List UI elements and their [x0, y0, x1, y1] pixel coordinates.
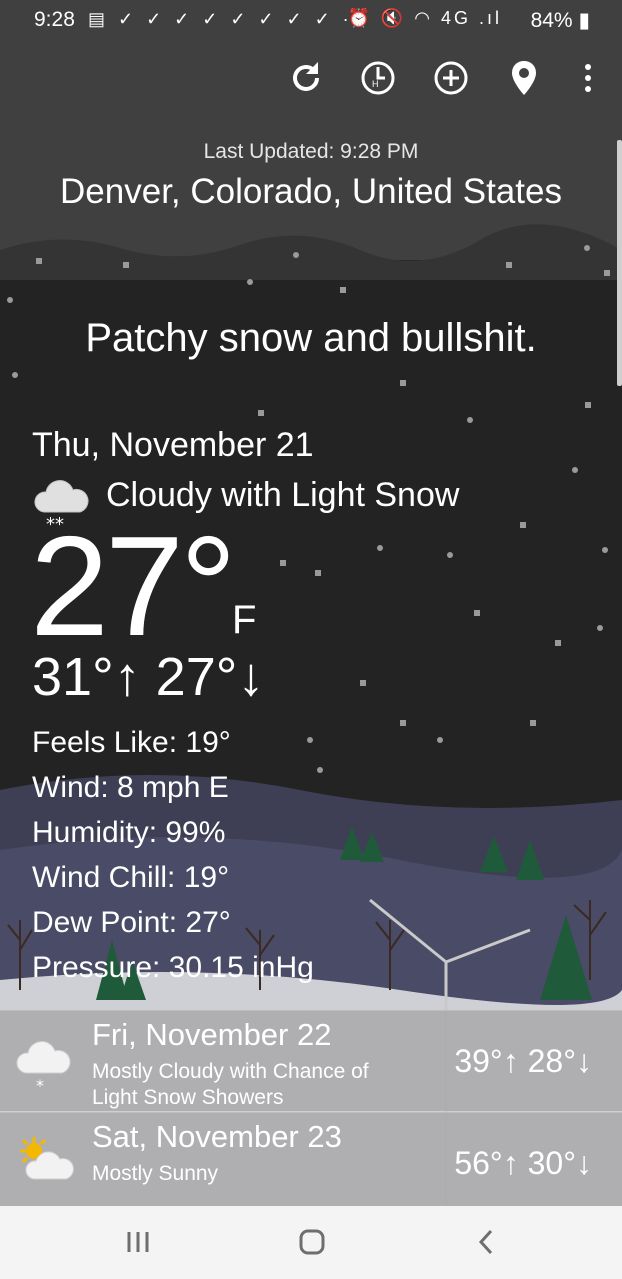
- wind-chill: Wind Chill: 19°: [32, 861, 230, 894]
- location-pin-icon[interactable]: [502, 56, 546, 100]
- current-temperature: 27°: [30, 507, 237, 666]
- wind: Wind: 8 mph E: [32, 771, 229, 804]
- forecast-row[interactable]: * Fri, November 22 Mostly Cloudy with Ch…: [0, 1010, 622, 1111]
- svg-text:*: *: [36, 1076, 44, 1093]
- forecast-row[interactable]: Sat, November 23 Mostly Sunny 56°↑ 30°↓: [0, 1112, 622, 1207]
- pressure: Pressure: 30.15 inHg: [32, 951, 314, 984]
- location-title[interactable]: Denver, Colorado, United States: [0, 172, 622, 212]
- battery-status: 84% ▮: [531, 8, 590, 33]
- battery-icon: ▮: [578, 9, 590, 32]
- dew-point: Dew Point: 27°: [32, 906, 231, 939]
- recents-icon[interactable]: [114, 1224, 162, 1260]
- cloud-snow-icon: *: [14, 1033, 74, 1098]
- refresh-icon[interactable]: [284, 56, 328, 100]
- back-icon[interactable]: [462, 1224, 510, 1260]
- last-updated: Last Updated: 9:28 PM: [203, 140, 419, 163]
- sun-cloud-icon: [14, 1133, 76, 1194]
- forecast-desc: Mostly Sunny: [92, 1162, 219, 1185]
- status-bar: 9:28 ▤ ✓ ✓ ✓ ✓ ✓ ✓ ✓ ✓ ··· ⏰ 🔇 ◠ 4G .ıl …: [0, 0, 622, 40]
- forecast-high-low: 56°↑ 30°↓: [454, 1145, 592, 1181]
- svg-text:H: H: [372, 79, 379, 89]
- add-icon[interactable]: [429, 56, 473, 100]
- temperature-unit: F: [232, 598, 257, 642]
- forecast-date: Sat, November 23: [92, 1119, 342, 1154]
- system-icons: ⏰ 🔇 ◠ 4G .ıl: [347, 8, 502, 28]
- history-icon[interactable]: H: [356, 56, 400, 100]
- more-vert-icon[interactable]: [566, 56, 610, 100]
- forecast-high-low: 39°↑ 28°↓: [454, 1043, 592, 1079]
- status-time: 9:28: [34, 8, 75, 31]
- notification-icons: ▤ ✓ ✓ ✓ ✓ ✓ ✓ ✓ ✓ ···: [88, 9, 373, 29]
- humidity: Humidity: 99%: [32, 816, 226, 849]
- high-low: 31°↑ 27°↓: [32, 647, 265, 707]
- feels-like: Feels Like: 19°: [32, 726, 231, 759]
- navigation-bar: [0, 1206, 622, 1279]
- home-icon[interactable]: [288, 1224, 336, 1260]
- forecast-date: Fri, November 22: [92, 1017, 332, 1052]
- tagline: Patchy snow and bullshit.: [85, 316, 537, 360]
- battery-level: 84%: [530, 9, 573, 32]
- current-date: Thu, November 21: [32, 426, 314, 464]
- weather-details: Feels Like: 19° Wind: 8 mph E Humidity: …: [32, 720, 314, 990]
- forecast-desc: Mostly Cloudy with Chance of Light Snow …: [92, 1060, 369, 1109]
